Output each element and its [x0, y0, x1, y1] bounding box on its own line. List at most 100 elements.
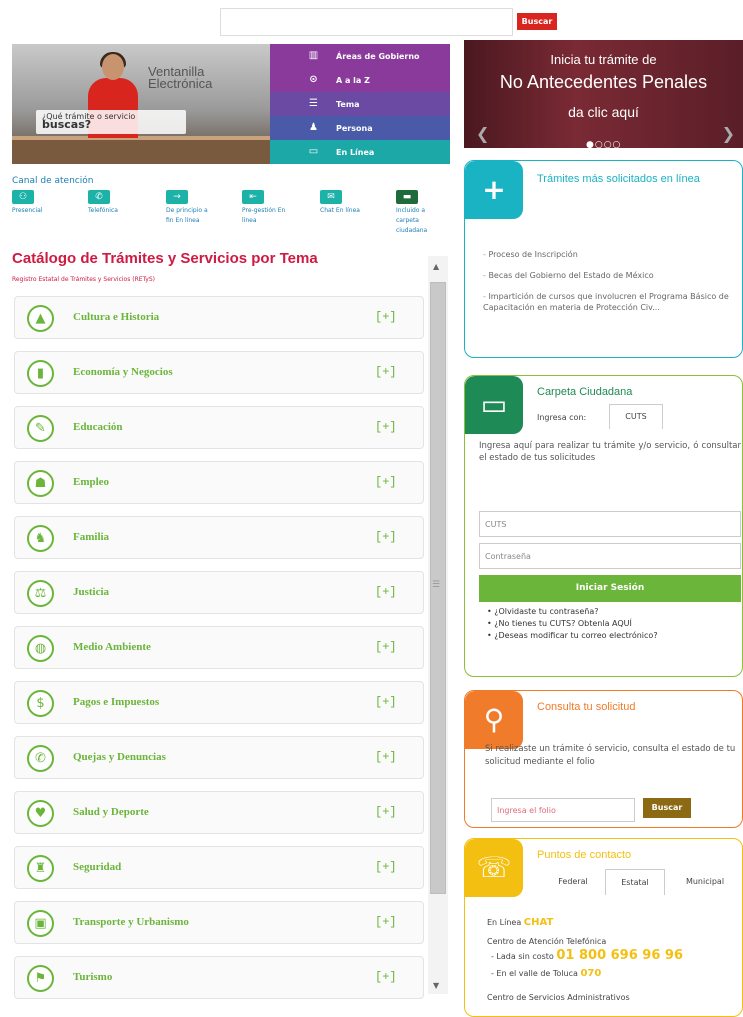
forgot-password-link[interactable]: ¿Olvidaste tu contraseña?	[487, 606, 658, 618]
category-row[interactable]: ◍ Medio Ambiente [+]	[14, 626, 424, 669]
tab-federal[interactable]: Federal	[543, 869, 603, 895]
expand-button[interactable]: [+]	[375, 310, 397, 324]
canal-atencion: Canal de atención ⚇ Presencial ✆ Telefónic…	[12, 176, 450, 248]
category-row[interactable]: $ Pagos e Impuestos [+]	[14, 681, 424, 724]
expand-button[interactable]: [+]	[375, 860, 397, 874]
category-row[interactable]: ♜ Seguridad [+]	[14, 846, 424, 889]
book-icon: ✎	[27, 415, 54, 442]
police-icon: ♜	[27, 855, 54, 882]
menu-a-z[interactable]: ⊙ A a la Z	[270, 68, 450, 92]
bus-icon: ▣	[27, 910, 54, 937]
money-icon: $	[27, 690, 54, 717]
category-label: Seguridad	[73, 861, 122, 873]
password-input[interactable]: Contraseña	[479, 543, 741, 569]
canal-label: Chat En línea	[320, 207, 360, 214]
login-button[interactable]: Iniciar Sesión	[479, 575, 741, 602]
lada-line: - Lada sin costo 01 800 696 96 96	[491, 949, 683, 963]
carpeta-links: ¿Olvidaste tu contraseña? ¿No tienes tu …	[487, 606, 658, 642]
category-row[interactable]: ♥ Salud y Deporte [+]	[14, 791, 424, 834]
modify-email-link[interactable]: ¿Deseas modificar tu correo electrónico?	[487, 630, 657, 642]
family-icon: ♞	[27, 525, 54, 552]
expand-button[interactable]: [+]	[375, 750, 397, 764]
tab-cuts[interactable]: CUTS	[609, 404, 663, 429]
scroll-down-icon[interactable]: ▼	[433, 981, 439, 990]
expand-button[interactable]: [+]	[375, 695, 397, 709]
phone-icon: ✆	[88, 190, 110, 204]
carousel-dots-icon[interactable]: ●○○○	[586, 140, 621, 150]
category-row[interactable]: ▮ Economía y Negocios [+]	[14, 351, 424, 394]
folio-input[interactable]: Ingresa el folio	[491, 798, 635, 822]
canal-pre-gestion[interactable]: ⇤ Pre-gestión En línea	[242, 190, 286, 226]
carousel-next-icon[interactable]: ❯	[722, 124, 735, 143]
carousel-line-1: Inicia tu trámite de	[550, 52, 657, 67]
menu-label: En Línea	[336, 147, 375, 157]
chevron-up-icon: ⊙	[309, 74, 318, 85]
pyramid-icon: ▲	[27, 305, 54, 332]
expand-button[interactable]: [+]	[375, 365, 397, 379]
canal-presencial[interactable]: ⚇ Presencial	[12, 190, 56, 216]
carousel-prev-icon[interactable]: ❮	[476, 124, 489, 143]
menu-en-linea[interactable]: ▭ En Línea	[270, 140, 450, 164]
tramite-link[interactable]: Impartición de cursos que involucren el …	[483, 291, 741, 313]
menu-areas-gobierno[interactable]: ▥ Áreas de Gobierno	[270, 44, 450, 68]
brand-line-2: Electrónica	[148, 76, 213, 91]
carousel-line-3: da clic aquí	[568, 104, 639, 120]
category-row[interactable]: ⚖ Justicia [+]	[14, 571, 424, 614]
expand-button[interactable]: [+]	[375, 475, 397, 489]
folio-search-button[interactable]: Buscar	[643, 798, 691, 818]
canal-principio-fin[interactable]: → De principio a fin En línea	[166, 190, 210, 226]
plus-icon: +	[465, 161, 523, 219]
banner-question: ¿Qué trámite o servicio buscas?	[36, 110, 186, 134]
tab-municipal[interactable]: Municipal	[671, 869, 739, 895]
scales-icon: ⚖	[27, 580, 54, 607]
canal-label: Presencial	[12, 207, 43, 214]
category-row[interactable]: ⚑ Turismo [+]	[14, 956, 424, 999]
menu-persona[interactable]: ♟ Persona	[270, 116, 450, 140]
expand-button[interactable]: [+]	[375, 420, 397, 434]
search-button[interactable]: Buscar	[517, 13, 557, 30]
search-input[interactable]	[220, 8, 513, 36]
question-big: buscas?	[42, 118, 92, 131]
canal-telefonica[interactable]: ✆ Telefónica	[88, 190, 132, 216]
catalogo-scrollbar[interactable]: ▲ ☰ ▼	[428, 256, 448, 994]
expand-button[interactable]: [+]	[375, 970, 397, 984]
tab-estatal[interactable]: Estatal	[605, 869, 665, 895]
globe-icon: ◍	[27, 635, 54, 662]
category-label: Salud y Deporte	[73, 806, 149, 818]
category-row[interactable]: ▣ Transporte y Urbanismo [+]	[14, 901, 424, 944]
menu-tema[interactable]: ☰ Tema	[270, 92, 450, 116]
banner-brand: Ventanilla Electrónica	[148, 65, 213, 91]
lada-label: - Lada sin costo	[491, 952, 554, 961]
category-row[interactable]: ✎ Educación [+]	[14, 406, 424, 449]
expand-button[interactable]: [+]	[375, 915, 397, 929]
tramite-link[interactable]: Proceso de Inscripción	[483, 249, 741, 260]
scroll-up-icon[interactable]: ▲	[433, 262, 439, 271]
cuts-input[interactable]: CUTS	[479, 511, 741, 537]
heart-icon: ♥	[27, 800, 54, 827]
canal-carpeta[interactable]: ▬ Incluido a carpeta ciudadana	[396, 190, 440, 236]
presencial-icon: ⚇	[12, 190, 34, 204]
chat-link[interactable]: CHAT	[524, 917, 554, 928]
en-linea-label: En Línea	[487, 918, 522, 927]
catalogo-subtitle: Registro Estatal de Trámites y Servicios…	[12, 276, 155, 283]
category-row[interactable]: ▲ Cultura e Historia [+]	[14, 296, 424, 339]
expand-button[interactable]: [+]	[375, 640, 397, 654]
category-row[interactable]: ♞ Familia [+]	[14, 516, 424, 559]
expand-button[interactable]: [+]	[375, 585, 397, 599]
pregestion-icon: ⇤	[242, 190, 264, 204]
folder-icon: ▭	[465, 376, 523, 434]
arrows-icon: →	[166, 190, 188, 204]
get-cuts-link[interactable]: ¿No tienes tu CUTS? Obtenla AQUÍ	[487, 618, 658, 630]
canal-title: Canal de atención	[12, 176, 94, 186]
tramite-link[interactable]: Becas del Gobierno del Estado de México	[483, 270, 741, 281]
category-row[interactable]: ☗ Empleo [+]	[14, 461, 424, 504]
folder-icon: ▬	[396, 190, 418, 204]
expand-button[interactable]: [+]	[375, 530, 397, 544]
carousel-line-2: No Antecedentes Penales	[499, 72, 708, 92]
canal-chat[interactable]: ✉ Chat En línea	[320, 190, 364, 216]
expand-button[interactable]: [+]	[375, 805, 397, 819]
category-row[interactable]: ✆ Quejas y Denuncias [+]	[14, 736, 424, 779]
antecedentes-carousel[interactable]: Inicia tu trámite de No Antecedentes Pen…	[464, 40, 743, 150]
ventanilla-banner[interactable]: Ventanilla Electrónica ¿Qué trámite o se…	[12, 44, 270, 164]
scroll-grip-icon: ☰	[432, 580, 441, 590]
